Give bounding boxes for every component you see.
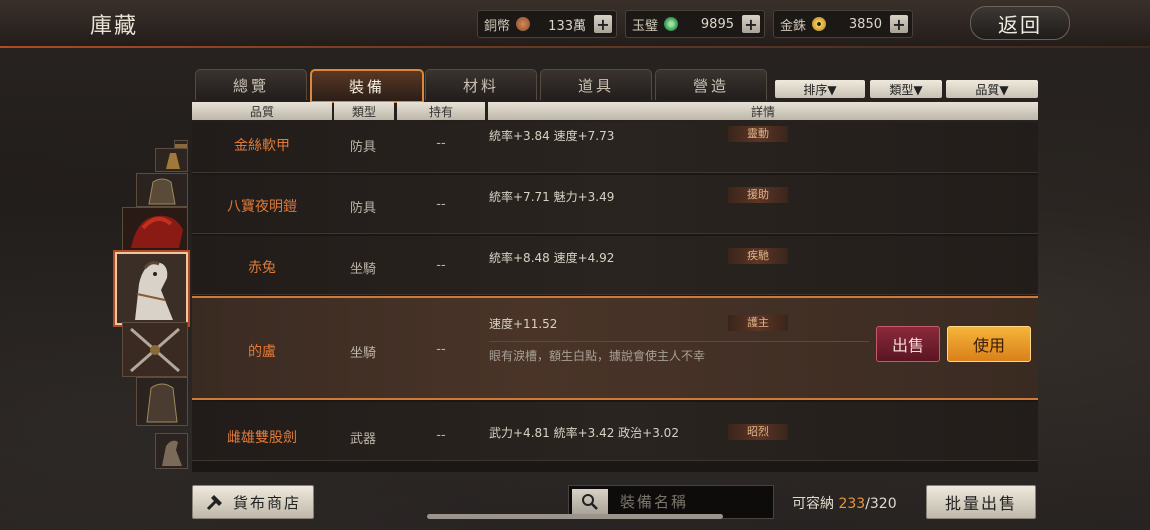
column-header-details: 詳情 xyxy=(488,102,1038,120)
item-skill-badge: 援助 xyxy=(728,187,788,203)
capacity-label: 可容納 xyxy=(792,496,834,512)
item-thumbnail[interactable] xyxy=(155,433,188,469)
item-type: 防具 xyxy=(349,201,376,216)
currency-value: 133萬 xyxy=(548,18,586,34)
item-owned: -- xyxy=(436,136,446,151)
currency-jade: 玉璧 9895 + xyxy=(625,10,765,38)
item-skill-badge: 昭烈 xyxy=(728,424,788,440)
item-type: 防具 xyxy=(349,140,376,155)
add-jade-button[interactable]: + xyxy=(742,15,760,34)
tab-items[interactable]: 道具 xyxy=(540,69,652,100)
item-thumbnail[interactable] xyxy=(122,322,188,377)
item-owned: -- xyxy=(436,258,446,273)
twin-swords-icon xyxy=(123,323,187,376)
currency-value: 9895 xyxy=(700,16,734,32)
item-thumbnail[interactable] xyxy=(136,173,188,207)
item-skill-badge: 疾馳 xyxy=(728,248,788,264)
gold-coin-icon xyxy=(812,17,827,31)
table-row[interactable]: 金絲軟甲 防具 -- 統率+3.84 速度+7.73 靈動 xyxy=(192,122,1038,173)
red-horse-icon xyxy=(123,208,187,250)
currency-value: 3850 xyxy=(848,16,882,32)
column-header-type[interactable]: 類型 xyxy=(334,102,394,120)
table-row[interactable]: 赤兔 坐騎 -- 統率+8.48 速度+4.92 疾馳 xyxy=(192,236,1038,295)
use-button[interactable]: 使用 xyxy=(947,326,1031,362)
item-name: 的盧 xyxy=(248,344,276,360)
table-row[interactable]: 八寶夜明鎧 防具 -- 統率+7.71 魅力+3.49 援助 xyxy=(192,175,1038,234)
item-stats: 統率+8.48 速度+4.92 xyxy=(489,251,615,265)
currency-name: 金銖 xyxy=(780,18,807,34)
item-description: 眼有淚槽，額生白點，據說會使主人不幸 xyxy=(489,349,706,363)
bulk-sell-button[interactable]: 批量出售 xyxy=(926,485,1036,519)
currency-name: 玉璧 xyxy=(632,18,659,34)
table-row-selected[interactable]: 的盧 坐騎 -- 速度+11.52 護主 眼有淚槽，額生白點，據說會使主人不幸 … xyxy=(192,296,1038,400)
currency-copper: 銅幣 133萬 + xyxy=(477,10,617,38)
horse-icon xyxy=(156,434,187,468)
armor-icon xyxy=(156,149,187,171)
item-owned: -- xyxy=(436,342,446,357)
sort-button[interactable]: 排序▼ xyxy=(775,80,865,98)
column-header-quality[interactable]: 品質 xyxy=(192,102,332,120)
type-filter-button[interactable]: 類型▼ xyxy=(870,80,942,98)
capacity-total: /320 xyxy=(865,496,897,512)
sell-button[interactable]: 出售 xyxy=(876,326,940,362)
page-title: 庫藏 xyxy=(90,14,139,39)
divider xyxy=(489,341,869,342)
item-name: 雌雄雙股劍 xyxy=(227,430,297,446)
item-stats: 武力+4.81 統率+3.42 政治+3.02 xyxy=(489,426,679,440)
add-gold-button[interactable]: + xyxy=(890,15,908,34)
table-row[interactable]: 雌雄雙股劍 武器 -- 武力+4.81 統率+3.42 政治+3.02 昭烈 xyxy=(192,402,1038,461)
search-input[interactable] xyxy=(618,492,762,512)
tab-overview[interactable]: 總覽 xyxy=(195,69,307,100)
equipment-table[interactable]: 金絲軟甲 防具 -- 統率+3.84 速度+7.73 靈動 八寶夜明鎧 防具 -… xyxy=(192,122,1038,472)
armor-icon xyxy=(137,174,187,206)
item-type: 武器 xyxy=(349,432,376,447)
jade-disc-icon xyxy=(664,17,679,31)
item-skill-badge: 靈動 xyxy=(728,126,788,142)
add-copper-button[interactable]: + xyxy=(594,15,612,34)
white-horse-icon xyxy=(117,254,186,323)
item-name: 赤兔 xyxy=(248,260,276,276)
item-name: 八寶夜明鎧 xyxy=(227,199,297,215)
home-indicator[interactable] xyxy=(427,514,723,519)
armor-icon xyxy=(137,378,187,425)
item-name: 金絲軟甲 xyxy=(234,138,290,154)
hammer-icon xyxy=(206,495,222,511)
item-owned: -- xyxy=(436,197,446,212)
column-header-owned[interactable]: 持有 xyxy=(397,102,485,120)
top-bar: 庫藏 銅幣 133萬 + 玉璧 9895 + 金銖 3850 + 返回 xyxy=(0,0,1150,48)
currency-gold: 金銖 3850 + xyxy=(773,10,913,38)
item-type: 坐騎 xyxy=(349,262,376,277)
item-type: 坐騎 xyxy=(349,346,376,361)
back-button[interactable]: 返回 xyxy=(970,6,1070,40)
copper-coin-icon xyxy=(516,17,531,31)
item-thumbnail[interactable] xyxy=(136,377,188,426)
capacity-used: 233 xyxy=(838,496,866,512)
search-icon[interactable] xyxy=(572,489,608,515)
item-thumbnail[interactable] xyxy=(122,207,188,251)
quality-filter-button[interactable]: 品質▼ xyxy=(946,80,1038,98)
item-stats: 速度+11.52 xyxy=(489,317,558,331)
item-owned: -- xyxy=(436,428,446,443)
item-skill-badge: 護主 xyxy=(728,315,788,331)
tab-materials[interactable]: 材料 xyxy=(425,69,537,100)
item-stats: 統率+7.71 魅力+3.49 xyxy=(489,190,615,204)
item-stats: 統率+3.84 速度+7.73 xyxy=(489,129,615,143)
item-thumbnail-selected[interactable] xyxy=(115,252,188,325)
capacity-info: 可容納 233/320 xyxy=(792,493,897,513)
item-thumbnail[interactable] xyxy=(155,148,188,172)
tab-equipment[interactable]: 裝備 xyxy=(310,69,424,103)
shop-label: 貨布商店 xyxy=(232,493,301,512)
currency-name: 銅幣 xyxy=(484,18,511,34)
tab-construction[interactable]: 營造 xyxy=(655,69,767,100)
currency-shop-button[interactable]: 貨布商店 xyxy=(192,485,314,519)
